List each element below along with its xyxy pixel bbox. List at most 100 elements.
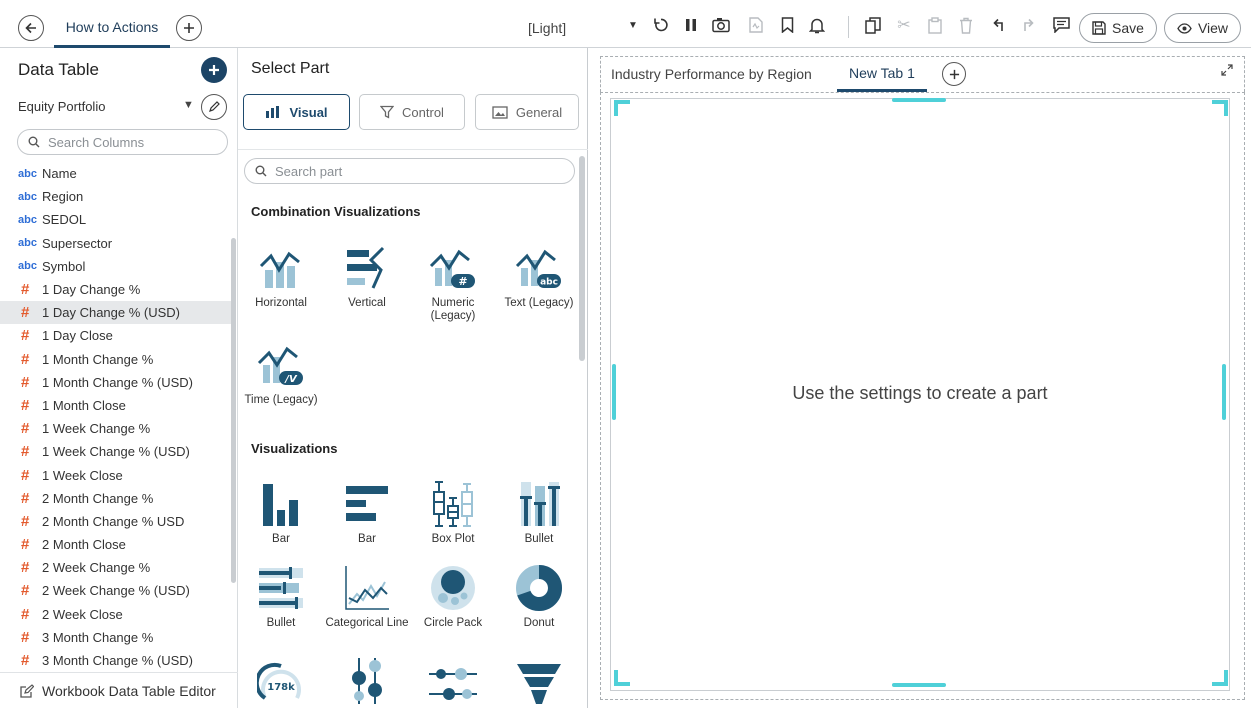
column-name: Symbol (42, 258, 86, 274)
tab-control-label: Control (402, 104, 444, 120)
workbook-data-table-editor-link[interactable]: Workbook Data Table Editor (0, 672, 238, 708)
add-data-table-button[interactable] (201, 57, 227, 83)
part-label: Bullet (266, 617, 296, 629)
funnel-icon (517, 664, 561, 704)
column-item[interactable]: #1 Day Close (0, 324, 232, 347)
tab-control[interactable]: Control (359, 94, 465, 130)
add-canvas-tab-button[interactable] (942, 62, 966, 86)
part-circle-pack[interactable]: Circle Pack (410, 564, 496, 630)
box-plot-icon (433, 481, 473, 527)
chevron-down-icon[interactable]: ▼ (183, 99, 194, 111)
pencil-icon (209, 101, 220, 112)
column-item[interactable]: #2 Month Close (0, 533, 232, 556)
part-categorical-line[interactable]: Categorical Line (324, 564, 410, 630)
column-item[interactable]: #1 Month Change % (0, 348, 232, 371)
column-item[interactable]: #3 Month Change % (USD) (0, 649, 232, 672)
comment-icon[interactable] (1050, 14, 1072, 36)
column-item[interactable]: #2 Week Change % (USD) (0, 579, 232, 602)
column-item[interactable]: #3 Month Change % (0, 626, 232, 649)
column-item[interactable]: #2 Month Change % USD (0, 510, 232, 533)
numeric-type-icon: # (21, 327, 30, 345)
column-name: 1 Month Close (42, 397, 126, 413)
undo-icon[interactable] (988, 14, 1010, 36)
refresh-icon[interactable] (650, 14, 672, 36)
data-table-title: Data Table (18, 60, 99, 79)
resize-handle-top-right[interactable] (1212, 100, 1228, 116)
tab-general-label: General (515, 104, 563, 120)
column-item[interactable]: #1 Day Change % (USD) (0, 301, 232, 325)
part-combo-text[interactable]: abc Text (Legacy) (496, 244, 582, 310)
column-item[interactable]: #2 Month Change % (0, 487, 232, 510)
save-button-label: Save (1112, 20, 1144, 36)
theme-dropdown-caret-icon[interactable]: ▼ (622, 14, 644, 36)
part-dot-plot-horizontal[interactable] (410, 660, 496, 708)
column-item[interactable]: abc SEDOL (0, 208, 232, 231)
part-funnel[interactable] (496, 660, 582, 708)
column-item[interactable]: #1 Week Change % (USD) (0, 440, 232, 463)
view-button[interactable]: View (1164, 13, 1241, 43)
tab-new-tab-1[interactable]: New Tab 1 (837, 57, 927, 92)
pause-icon[interactable] (680, 14, 702, 36)
column-item[interactable]: #1 Month Close (0, 394, 232, 417)
document-tab[interactable]: How to Actions (54, 8, 170, 48)
add-document-tab-button[interactable] (176, 15, 202, 41)
part-bar-vertical[interactable]: Bar (238, 480, 324, 546)
theme-selector[interactable]: [Light] (528, 20, 566, 36)
resize-handle-bottom-left[interactable] (614, 670, 630, 686)
expand-icon[interactable] (1221, 64, 1233, 79)
resize-handle-bottom[interactable] (892, 683, 946, 687)
edit-data-table-button[interactable] (201, 94, 227, 120)
bookmark-icon[interactable] (776, 14, 798, 36)
part-bullet-horizontal[interactable]: Bullet (238, 564, 324, 630)
numeric-type-icon: # (21, 512, 30, 530)
column-item[interactable]: #2 Week Change % (0, 556, 232, 579)
circle-pack-icon (431, 566, 475, 610)
top-toolbar: How to Actions [Light] ▼ ✂ Save View (0, 0, 1251, 48)
part-list-scroll-thumb[interactable] (579, 156, 585, 361)
part-combo-numeric[interactable]: # Numeric (Legacy) (410, 244, 496, 323)
column-item[interactable]: #1 Month Change % (USD) (0, 371, 232, 394)
part-combo-horizontal[interactable]: Horizontal (238, 244, 324, 310)
bell-alert-icon[interactable] (806, 14, 828, 36)
column-item[interactable]: abc Supersector (0, 232, 232, 255)
column-item[interactable]: #2 Week Close (0, 603, 232, 626)
part-box-plot[interactable]: Box Plot (410, 480, 496, 546)
pdf-export-icon (745, 14, 767, 36)
column-list-scroll-thumb[interactable] (231, 238, 236, 583)
numeric-type-icon: # (21, 605, 30, 623)
numeric-type-icon: # (21, 281, 30, 299)
part-dot-plot-vertical[interactable] (324, 656, 410, 704)
data-source-select[interactable]: Equity Portfolio (18, 99, 105, 114)
column-item[interactable]: abc Symbol (0, 255, 232, 278)
search-part-input[interactable]: Search part (244, 158, 575, 184)
part-dial-gauge[interactable]: 178k (238, 660, 324, 708)
part-bullet-vertical[interactable]: Bullet (496, 480, 582, 546)
column-item[interactable]: #1 Week Close (0, 463, 232, 486)
resize-handle-top-left[interactable] (614, 100, 630, 116)
part-combo-vertical[interactable]: Vertical (324, 244, 410, 310)
text-type-icon: abc (18, 237, 37, 250)
duplicate-icon[interactable] (862, 14, 884, 36)
part-bar-horizontal[interactable]: Bar (324, 480, 410, 546)
tab-visual[interactable]: Visual (243, 94, 350, 130)
column-name: 1 Week Change % (USD) (42, 444, 190, 460)
column-item[interactable]: #1 Week Change % (0, 417, 232, 440)
text-type-icon: abc (18, 213, 37, 226)
part-combo-time[interactable]: /V Time (Legacy) (238, 341, 324, 407)
resize-handle-bottom-right[interactable] (1212, 670, 1228, 686)
camera-snapshot-icon[interactable] (710, 14, 732, 36)
tab-industry-performance-by-region[interactable]: Industry Performance by Region (611, 57, 812, 90)
column-item[interactable]: abc Name (0, 162, 232, 185)
numeric-type-icon: # (21, 652, 30, 670)
back-arrow-icon[interactable] (18, 15, 44, 41)
part-donut[interactable]: Donut (496, 564, 582, 630)
part-label: Horizontal (255, 297, 307, 309)
save-button[interactable]: Save (1079, 13, 1157, 43)
column-item[interactable]: abc Region (0, 185, 232, 208)
column-name: 1 Week Change % (42, 421, 151, 437)
column-item[interactable]: #1 Day Change % (0, 278, 232, 301)
tab-general[interactable]: General (475, 94, 579, 130)
search-columns-input[interactable]: Search Columns (17, 129, 228, 155)
resize-handle-top[interactable] (892, 98, 946, 102)
text-type-icon: abc (18, 167, 37, 180)
